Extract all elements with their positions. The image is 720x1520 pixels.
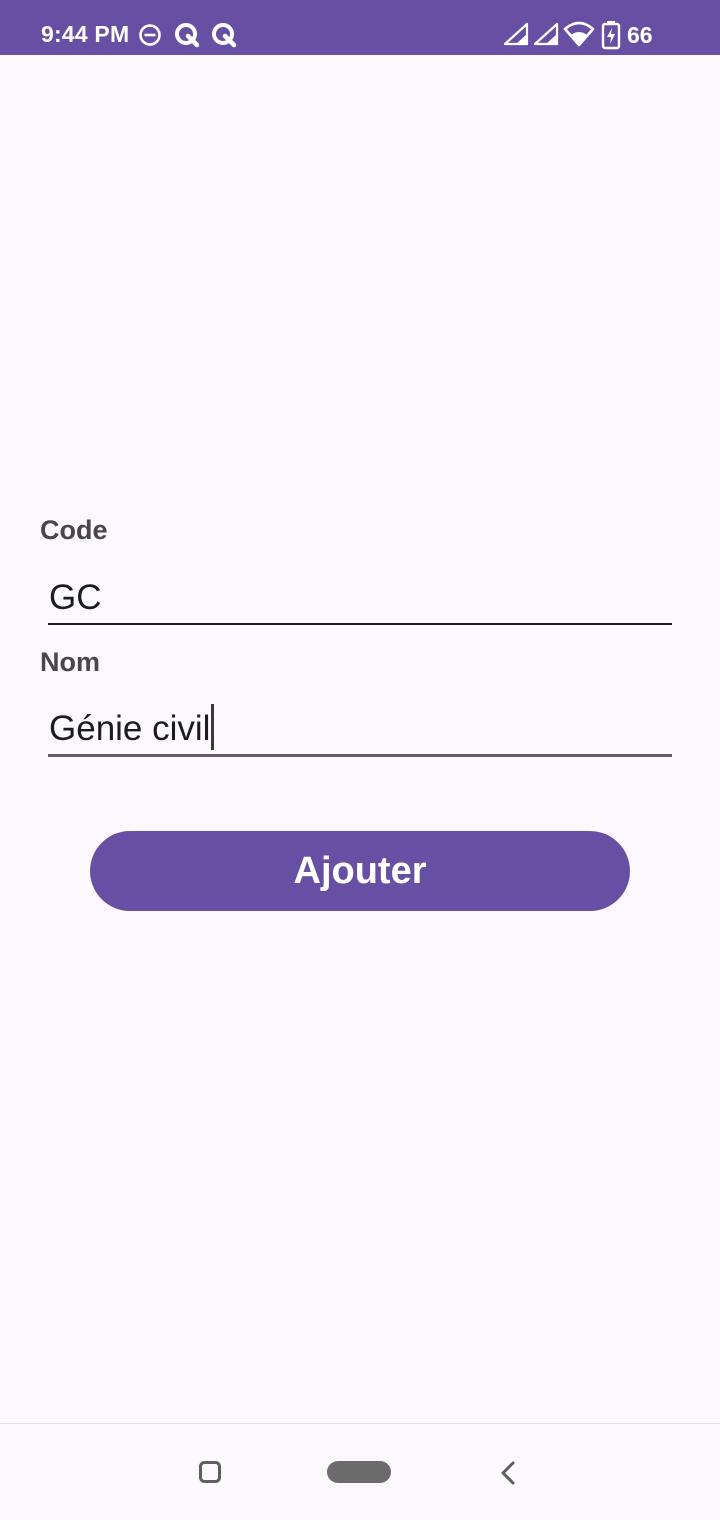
nom-underline-focused xyxy=(48,754,672,757)
nom-input[interactable] xyxy=(48,699,672,759)
code-input[interactable] xyxy=(48,568,672,628)
nom-label: Nom xyxy=(40,647,100,677)
text-cursor xyxy=(211,704,214,750)
ajouter-button[interactable]: Ajouter xyxy=(90,831,630,911)
signal-icon xyxy=(503,22,529,51)
code-label: Code xyxy=(40,515,108,545)
do-not-disturb-icon xyxy=(138,23,162,52)
recents-square-icon[interactable] xyxy=(199,1461,221,1488)
navigation-bar xyxy=(0,1423,720,1520)
status-time: 9:44 PM xyxy=(41,21,130,47)
signal-icon xyxy=(533,22,559,51)
q-app-icon xyxy=(173,21,201,54)
wifi-icon xyxy=(563,21,595,52)
main-content: Code Nom Ajouter xyxy=(0,55,720,1423)
status-bar: 9:44 PM 66 xyxy=(0,0,720,55)
q-app-icon xyxy=(210,21,238,54)
battery-charging-icon xyxy=(601,20,621,55)
home-pill-icon[interactable] xyxy=(327,1461,391,1488)
battery-level: 66 xyxy=(627,22,653,48)
code-underline xyxy=(48,623,672,625)
back-chevron-icon[interactable] xyxy=(498,1460,518,1491)
